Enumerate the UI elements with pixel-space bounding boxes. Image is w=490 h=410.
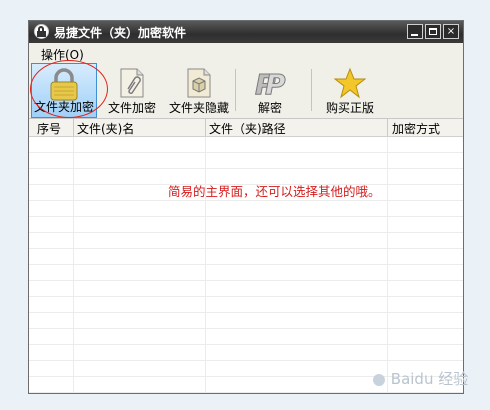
folder-hide-label: 文件夹隐藏 [168,101,229,115]
table-header: 序号 文件(夹)名 文件（夹)路径 加密方式 [29,119,463,137]
buy-license-label: 购买正版 [325,101,374,115]
toolbar-separator [311,69,312,111]
annotation-text: 简易的主界面，还可以选择其他的哦。 [168,184,381,199]
svg-text:P: P [265,68,286,99]
watermark-text: Baidu 经验 [390,370,469,388]
star-icon [334,67,366,99]
toolbar-separator [235,69,236,111]
column-header-encryption[interactable]: 加密方式 [392,120,440,137]
paperclip-document-icon [120,68,144,98]
box-document-icon [187,68,211,98]
grid-line [205,137,206,393]
minimize-button[interactable] [407,24,423,39]
file-encrypt-label: 文件加密 [107,101,156,115]
column-divider[interactable] [205,119,206,136]
grid-line [73,137,74,393]
close-button[interactable]: × [443,24,459,39]
file-list[interactable] [29,137,463,393]
file-encrypt-button[interactable]: 文件加密 [101,63,163,118]
annotation-circle [30,60,108,118]
p-logo-icon: P P [255,68,287,100]
menu-bar: 操作(O) [29,43,463,63]
padlock-app-icon [34,24,49,39]
minimize-icon [411,34,418,36]
column-header-name[interactable]: 文件(夹)名 [77,120,134,137]
maximize-button[interactable] [425,24,441,39]
title-bar[interactable]: 易捷文件（夹）加密软件 × [29,21,463,43]
decrypt-label: 解密 [257,101,282,115]
decrypt-button[interactable]: P P 解密 [245,63,295,118]
grid-line [387,137,388,393]
maximize-icon [429,28,437,35]
column-header-index[interactable]: 序号 [37,120,61,137]
buy-license-button[interactable]: 购买正版 [319,63,381,118]
window-title: 易捷文件（夹）加密软件 [54,26,187,40]
baidu-paw-icon [373,373,385,386]
close-icon: × [446,26,456,37]
column-header-path[interactable]: 文件（夹)路径 [209,120,286,137]
folder-hide-button[interactable]: 文件夹隐藏 [165,63,233,118]
column-divider[interactable] [387,119,388,136]
column-divider[interactable] [73,119,74,136]
watermark: Baidu 经验 [372,368,468,389]
